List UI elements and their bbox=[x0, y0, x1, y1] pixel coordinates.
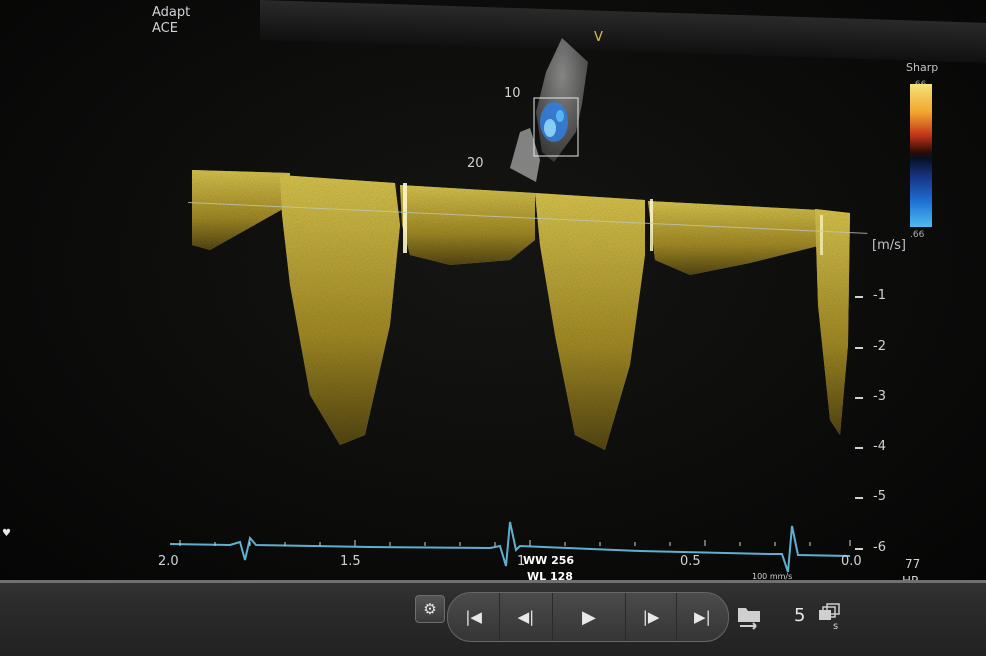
scale-label: -2 bbox=[873, 339, 886, 354]
loop-folder-icon[interactable] bbox=[734, 604, 764, 630]
frames-per-second-icon[interactable]: s bbox=[816, 602, 846, 632]
sweep-speed: 100 mm/s bbox=[752, 572, 793, 580]
last-frame-icon: ▶| bbox=[694, 608, 711, 626]
time-label: 0.0 bbox=[841, 554, 862, 569]
heart-icon: ♥ bbox=[2, 528, 11, 539]
scale-label: -6 bbox=[873, 540, 886, 555]
scale-tick bbox=[855, 497, 863, 499]
color-map-label: Sharp bbox=[906, 61, 939, 74]
time-label: 1.5 bbox=[340, 554, 361, 569]
last-frame-button[interactable]: ▶| bbox=[677, 593, 728, 641]
scale-label: -1 bbox=[873, 288, 886, 303]
scale-label: -3 bbox=[873, 389, 886, 404]
play-icon: ▶ bbox=[582, 606, 596, 628]
scale-tick bbox=[855, 347, 863, 349]
scale-tick bbox=[855, 397, 863, 399]
step-forward-icon: |▶ bbox=[642, 608, 660, 626]
scale-tick bbox=[855, 296, 863, 298]
time-label: 2.0 bbox=[158, 554, 179, 569]
svg-text:s: s bbox=[833, 621, 838, 632]
depth-marker-10: 10 bbox=[504, 86, 521, 101]
first-frame-button[interactable]: |◀ bbox=[448, 593, 501, 641]
top-bezel bbox=[260, 0, 986, 63]
step-back-icon: ◀| bbox=[517, 608, 535, 626]
scale-label: -5 bbox=[873, 489, 886, 504]
time-label: 0.5 bbox=[680, 554, 701, 569]
scale-tick bbox=[855, 548, 863, 550]
play-button[interactable]: ▶ bbox=[553, 593, 627, 641]
window-level: WL 128 bbox=[527, 570, 573, 580]
ecg-trace bbox=[170, 521, 850, 573]
scale-tick bbox=[855, 447, 863, 449]
preset-label-2: ACE bbox=[152, 21, 178, 36]
gear-icon: ⚙ bbox=[423, 600, 437, 618]
frame-rate-value: 5 bbox=[794, 605, 806, 626]
settings-button[interactable]: ⚙ bbox=[415, 595, 445, 623]
step-forward-button[interactable]: |▶ bbox=[626, 593, 677, 641]
doppler-spectrum bbox=[192, 170, 850, 450]
control-bar-divider bbox=[0, 580, 986, 583]
color-bar-bottom-value: .66 bbox=[910, 230, 925, 240]
velocity-scale: -1 -2 -3 -4 -5 -6 bbox=[855, 240, 895, 570]
step-back-button[interactable]: ◀| bbox=[500, 593, 553, 641]
cine-playback-controls: |◀ ◀| ▶ |▶ ▶| bbox=[447, 592, 729, 642]
scale-label: -4 bbox=[873, 439, 886, 454]
preset-label-1: Adapt bbox=[152, 5, 191, 20]
first-frame-icon: |◀ bbox=[465, 608, 482, 626]
color-velocity-bar bbox=[910, 84, 932, 227]
time-axis-ticks bbox=[179, 540, 851, 546]
window-width: WW 256 bbox=[523, 554, 575, 567]
ultrasound-display: Adapt ACE V 10 20 Sharp .66 .66 bbox=[0, 0, 986, 580]
heart-rate-value: 77 bbox=[905, 557, 921, 571]
